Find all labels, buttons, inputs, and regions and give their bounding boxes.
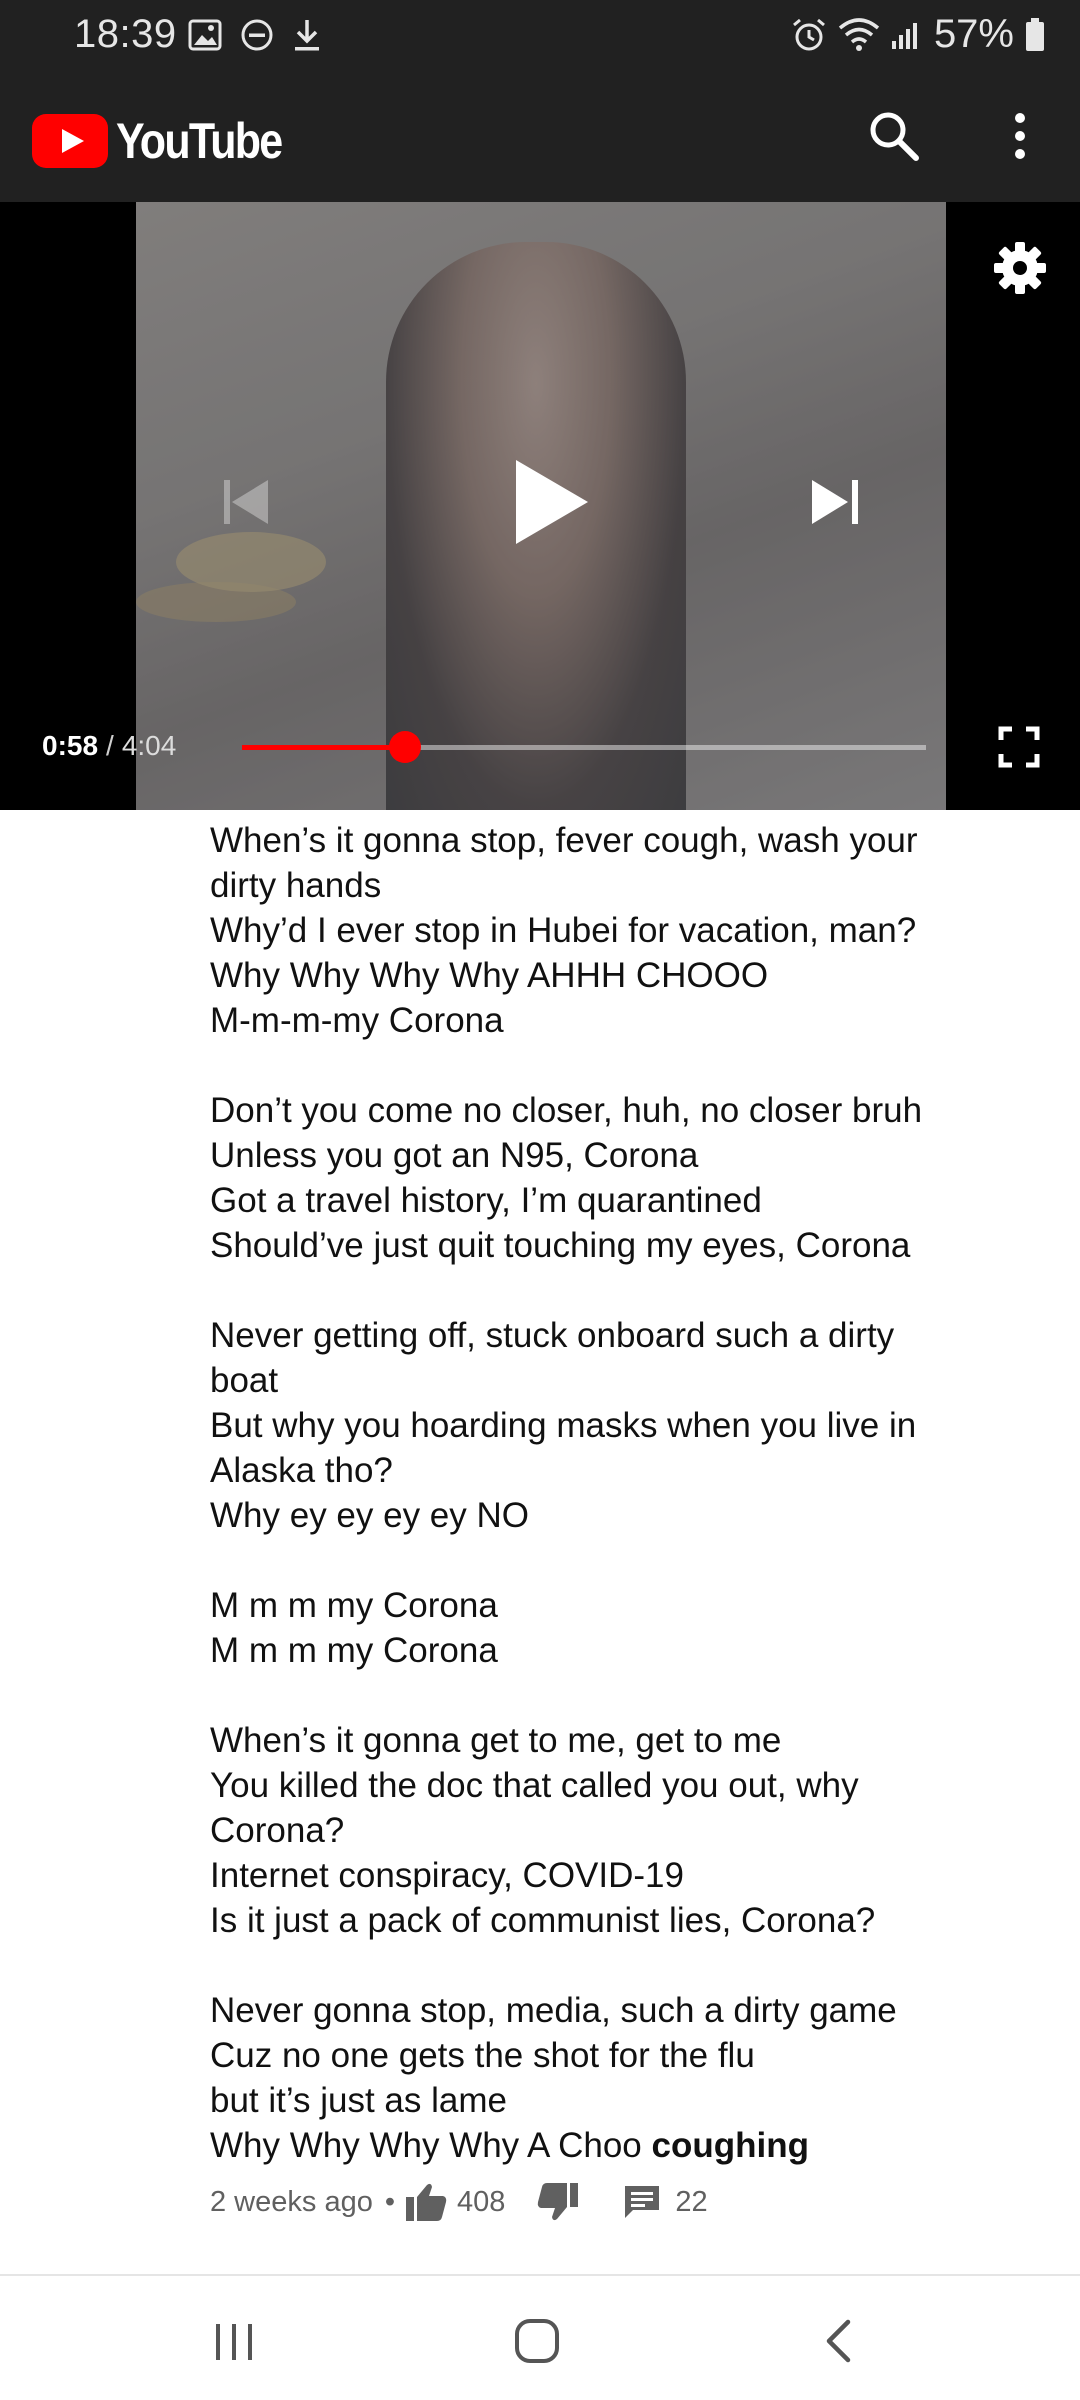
comment-line: M-m-m-my Corona xyxy=(210,1001,504,1040)
status-right: 57% xyxy=(790,12,1046,57)
seek-bar[interactable] xyxy=(242,731,926,763)
status-time: 18:39 xyxy=(74,12,177,56)
alarm-icon xyxy=(790,17,828,53)
comment-line: Cuz no one gets the shot for the flu xyxy=(210,2036,755,2075)
like-button[interactable]: 408 xyxy=(405,2182,505,2222)
comment-body: When’s it gonna stop, fever cough, wash … xyxy=(210,818,970,2168)
comment-line: but it’s just as lame xyxy=(210,2081,507,2120)
comment-line: Should’ve just quit touching my eyes, Co… xyxy=(210,1226,911,1265)
download-icon xyxy=(292,18,322,52)
fullscreen-button[interactable] xyxy=(998,726,1040,768)
more-vert-icon xyxy=(1015,113,1025,159)
fullscreen-icon xyxy=(998,726,1040,768)
battery-percent: 57% xyxy=(933,12,1014,56)
comment-line: M m m my Corona xyxy=(210,1631,498,1670)
comment-line: Why ey ey ey ey NO xyxy=(210,1496,529,1535)
meta-dot: • xyxy=(384,2185,395,2218)
next-button[interactable] xyxy=(806,472,866,532)
more-options-button[interactable] xyxy=(1000,108,1040,164)
comment-line: Why Why Why Why A Choo coughing xyxy=(210,2123,970,2168)
play-button[interactable] xyxy=(502,452,598,552)
comment-line: Why’d I ever stop in Hubei for vacation,… xyxy=(210,911,917,950)
current-time: 0:58 xyxy=(42,730,99,761)
comment-line: When’s it gonna stop, fever cough, wash … xyxy=(210,821,928,905)
previous-icon xyxy=(224,480,268,524)
comment-line: Unless you got an N95, Corona xyxy=(210,1136,699,1175)
status-left-icons xyxy=(188,18,322,52)
comment-age: 2 weeks ago xyxy=(210,2185,373,2218)
search-icon xyxy=(870,112,919,161)
video-player[interactable]: 0:58/4:04 xyxy=(0,202,1080,810)
comment-blank-line xyxy=(210,1268,970,1313)
previous-button[interactable] xyxy=(216,472,276,532)
youtube-play-logo-icon xyxy=(32,114,108,168)
player-settings-button[interactable] xyxy=(990,238,1050,298)
dislike-button[interactable] xyxy=(537,2182,579,2222)
comment-bold-text: coughing xyxy=(651,2126,809,2165)
comment-line: When’s it gonna get to me, get to me xyxy=(210,1721,782,1760)
status-bar: 18:39 57% xyxy=(0,0,1080,72)
comment-blank-line xyxy=(210,1673,970,1718)
time-readout: 0:58/4:04 xyxy=(42,730,176,762)
home-icon xyxy=(515,2319,559,2363)
back-icon xyxy=(826,2319,851,2363)
comment-line: But why you hoarding masks when you live… xyxy=(210,1406,925,1490)
signal-icon xyxy=(890,19,924,51)
thumb-up-icon xyxy=(405,2183,447,2221)
like-count: 408 xyxy=(456,2185,506,2218)
recents-button[interactable] xyxy=(212,2322,256,2367)
seek-bar-thumb[interactable] xyxy=(388,731,421,763)
reply-count: 22 xyxy=(675,2185,708,2218)
comment-line: M m m my Corona xyxy=(210,1586,498,1625)
comment-line: You killed the doc that called you out, … xyxy=(210,1766,869,1850)
search-button[interactable] xyxy=(866,108,922,164)
comment-line-text: Why Why Why Why A Choo xyxy=(210,2126,652,2165)
next-icon xyxy=(812,480,858,524)
reply-button[interactable]: 22 xyxy=(623,2184,708,2220)
comment-meta: 2 weeks ago • 408 22 xyxy=(210,2182,708,2222)
back-button[interactable] xyxy=(822,2318,852,2369)
youtube-logo[interactable]: YouTube xyxy=(32,112,308,170)
comment-blank-line xyxy=(210,1043,970,1088)
comment-line: Never gonna stop, media, such a dirty ga… xyxy=(210,1991,897,2030)
settings-gear-icon xyxy=(994,242,1046,294)
dnd-icon xyxy=(240,18,274,52)
comment-icon xyxy=(625,2186,660,2218)
comment-line: Never getting off, stuck onboard such a … xyxy=(210,1316,904,1400)
duration: 4:04 xyxy=(121,730,177,761)
system-nav-bar xyxy=(0,2274,1080,2400)
recents-icon xyxy=(216,2324,252,2360)
seek-bar-progress xyxy=(242,745,405,750)
comment-text: When’s it gonna stop, fever cough, wash … xyxy=(210,818,970,2168)
youtube-logo-text: YouTube xyxy=(116,113,283,169)
gallery-icon xyxy=(188,19,222,51)
time-separator: / xyxy=(106,730,114,761)
comment-line: Don’t you come no closer, huh, no closer… xyxy=(210,1091,923,1130)
wifi-icon xyxy=(838,17,880,52)
comment-line: Why Why Why Why AHHH CHOOO xyxy=(210,956,769,995)
comment-line: Is it just a pack of communist lies, Cor… xyxy=(210,1901,876,1940)
thumb-down-icon xyxy=(538,2183,579,2221)
comment-line: Got a travel history, I’m quarantined xyxy=(210,1181,762,1220)
comment-line: Internet conspiracy, COVID-19 xyxy=(210,1856,684,1895)
home-button[interactable] xyxy=(514,2318,560,2369)
play-icon xyxy=(516,460,588,544)
comment-blank-line xyxy=(210,1943,970,1988)
battery-icon xyxy=(1024,17,1046,53)
app-bar: YouTube xyxy=(0,72,1080,202)
comment-blank-line xyxy=(210,1538,970,1583)
